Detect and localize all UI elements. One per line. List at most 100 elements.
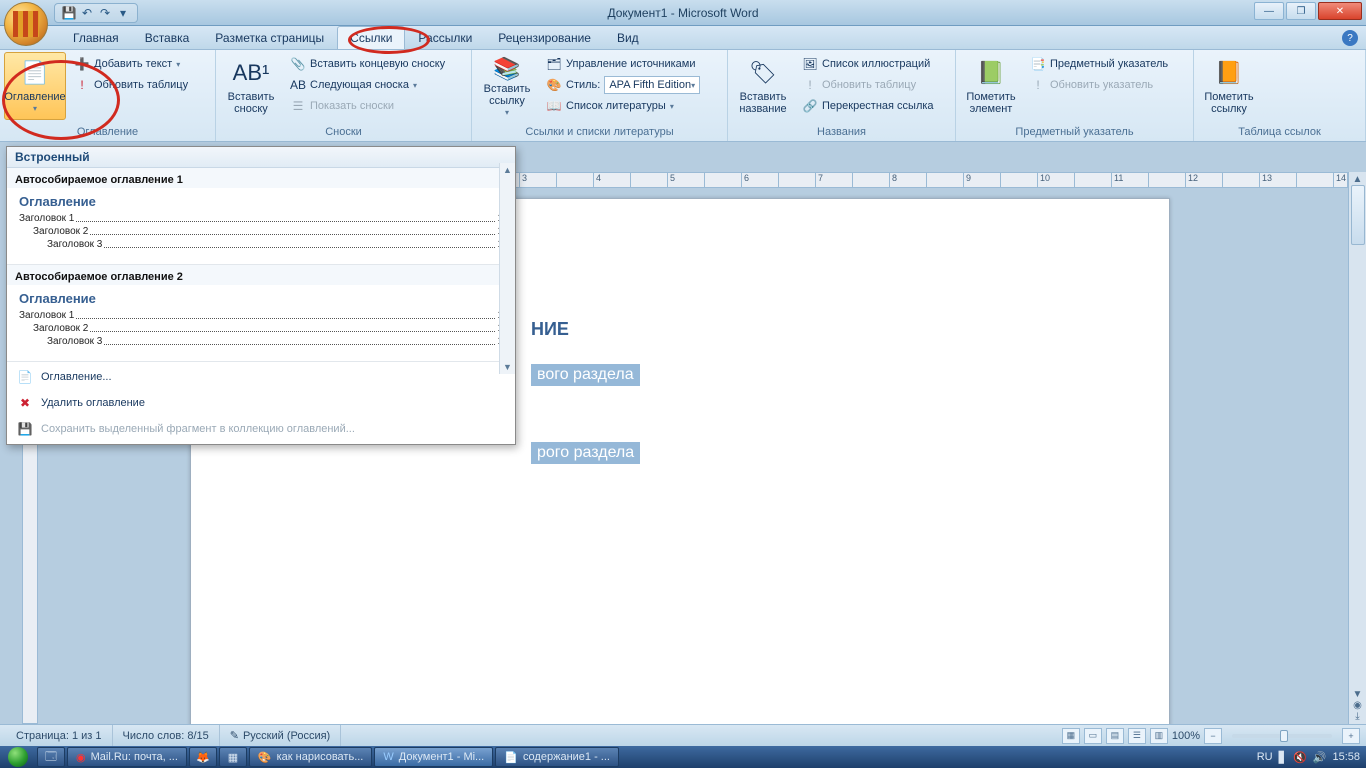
bibliography-icon: 📖 — [546, 98, 562, 114]
update-toc-button[interactable]: !Обновить таблицу — [70, 75, 192, 95]
office-button[interactable] — [4, 2, 48, 46]
gallery-item-auto-toc-2[interactable]: Автособираемое оглавление 2 Оглавление З… — [7, 265, 515, 362]
update-figures-icon: ! — [802, 77, 818, 93]
insert-caption-button[interactable]: 🏷 Вставить название — [732, 52, 794, 120]
maximize-button[interactable]: ❐ — [1286, 2, 1316, 20]
table-of-figures-button[interactable]: 🖼Список иллюстраций — [798, 54, 938, 74]
cross-reference-button[interactable]: 🔗Перекрестная ссылка — [798, 96, 938, 116]
taskbar-paint[interactable]: 🎨как нарисовать... — [249, 747, 372, 767]
endnote-icon: 📎 — [290, 56, 306, 72]
save-icon[interactable]: 💾 — [61, 5, 77, 21]
gallery-cmd-remove-toc[interactable]: ✖Удалить оглавление — [7, 390, 515, 416]
system-tray: RU ▋ 🔇 🔊 15:58 — [1257, 751, 1366, 764]
update-index-button: !Обновить указатель — [1026, 75, 1172, 95]
scroll-thumb[interactable] — [1351, 185, 1365, 245]
paint-icon: 🎨 — [258, 751, 272, 764]
bibliography-button[interactable]: 📖Список литературы — [542, 96, 704, 116]
zoom-in-button[interactable]: + — [1342, 728, 1360, 744]
figures-icon: 🖼 — [802, 56, 818, 72]
minimize-button[interactable]: — — [1254, 2, 1284, 20]
status-language[interactable]: ✎Русский (Россия) — [220, 725, 342, 746]
zoom-slider[interactable] — [1232, 734, 1332, 738]
manage-sources-icon: 🗂 — [546, 56, 562, 72]
mark-index-icon: 📗 — [975, 57, 1007, 89]
toc-icon: 📄 — [19, 57, 51, 89]
tab-view[interactable]: Вид — [604, 26, 652, 49]
view-web-button[interactable]: ▤ — [1106, 728, 1124, 744]
insert-index-icon: 📑 — [1030, 56, 1046, 72]
next-page-icon[interactable]: ⤓ — [1355, 711, 1359, 722]
style-icon: 🎨 — [546, 77, 562, 93]
tab-page-layout[interactable]: Разметка страницы — [202, 26, 337, 49]
next-footnote-button[interactable]: ABСледующая сноска — [286, 75, 449, 95]
tray-volume-icon[interactable]: 🔊 — [1313, 751, 1327, 764]
ribbon: 📄 Оглавление ➕Добавить текст !Обновить т… — [0, 50, 1366, 142]
tab-review[interactable]: Рецензирование — [485, 26, 604, 49]
status-word-count[interactable]: Число слов: 8/15 — [113, 725, 220, 746]
tab-mailings[interactable]: Рассылки — [405, 26, 485, 49]
group-label-index: Предметный указатель — [960, 124, 1189, 141]
insert-footnote-button[interactable]: AB¹ Вставить сноску — [220, 52, 282, 120]
view-fullscreen-button[interactable]: ▭ — [1084, 728, 1102, 744]
doc-selection-1: вого раздела — [531, 364, 640, 386]
help-icon[interactable]: ? — [1342, 30, 1358, 46]
taskbar-app[interactable]: ▦ — [219, 747, 247, 767]
title-bar: 💾 ↶ ↷ ▾ Документ1 - Microsoft Word — ❐ ✕ — [0, 0, 1366, 26]
close-button[interactable]: ✕ — [1318, 2, 1362, 20]
taskbar-quicklaunch-1[interactable]: 🗔 — [37, 747, 65, 767]
insert-endnote-button[interactable]: 📎Вставить концевую сноску — [286, 54, 449, 74]
taskbar-firefox[interactable]: 🦊 — [189, 747, 217, 767]
vertical-scrollbar[interactable]: ▲ ▼ ◉ ⤓ — [1348, 172, 1366, 724]
taskbar-word[interactable]: WДокумент1 - Mi... — [374, 747, 493, 767]
quick-access-toolbar: 💾 ↶ ↷ ▾ — [54, 3, 138, 23]
gallery-cmd-insert-toc[interactable]: 📄Оглавление... — [7, 364, 515, 390]
gallery-scrollbar[interactable]: ▲▼ — [499, 163, 515, 374]
update-index-icon: ! — [1030, 77, 1046, 93]
mail-icon: ◉ — [76, 751, 86, 764]
tray-flag-icon[interactable]: ▋ — [1279, 751, 1287, 764]
zoom-slider-thumb[interactable] — [1280, 730, 1288, 742]
mark-citation-icon: 📙 — [1213, 57, 1245, 89]
mark-citation-button[interactable]: 📙 Пометить ссылку — [1198, 52, 1260, 120]
gallery-item-auto-toc-1[interactable]: Автособираемое оглавление 1 Оглавление З… — [7, 168, 515, 265]
update-figures-button: !Обновить таблицу — [798, 75, 938, 95]
group-label-citations: Ссылки и списки литературы — [476, 124, 723, 141]
toc-button[interactable]: 📄 Оглавление — [4, 52, 66, 120]
tray-clock[interactable]: 15:58 — [1332, 751, 1360, 763]
zoom-out-button[interactable]: − — [1204, 728, 1222, 744]
caption-icon: 🏷 — [747, 57, 779, 89]
undo-icon[interactable]: ↶ — [79, 5, 95, 21]
update-icon: ! — [74, 77, 90, 93]
doc-selection-2: рого раздела — [531, 442, 640, 464]
citation-style-row: 🎨Стиль: APA Fifth Edition — [542, 75, 704, 95]
ribbon-tabs: Главная Вставка Разметка страницы Ссылки… — [0, 26, 1366, 50]
word-icon: W — [383, 751, 393, 763]
tab-home[interactable]: Главная — [60, 26, 132, 49]
view-print-layout-button[interactable]: ▦ — [1062, 728, 1080, 744]
footnote-icon: AB¹ — [235, 57, 267, 89]
add-text-button[interactable]: ➕Добавить текст — [70, 54, 192, 74]
citation-style-select[interactable]: APA Fifth Edition — [604, 76, 700, 94]
insert-citation-button[interactable]: 📚 Вставить ссылку — [476, 52, 538, 120]
mark-index-entry-button[interactable]: 📗 Пометить элемент — [960, 52, 1022, 120]
scroll-down-icon[interactable]: ▼ — [1353, 689, 1363, 700]
scroll-up-icon[interactable]: ▲ — [1353, 174, 1363, 185]
tray-network-icon[interactable]: 🔇 — [1293, 751, 1307, 764]
tray-lang[interactable]: RU — [1257, 751, 1273, 763]
citation-icon: 📚 — [491, 57, 523, 81]
insert-index-button[interactable]: 📑Предметный указатель — [1026, 54, 1172, 74]
qat-dropdown-icon[interactable]: ▾ — [115, 5, 131, 21]
status-page[interactable]: Страница: 1 из 1 — [6, 725, 113, 746]
firefox-icon: 🦊 — [196, 751, 210, 764]
taskbar-other-doc[interactable]: 📄содержание1 - ... — [495, 747, 619, 767]
view-draft-button[interactable]: ▥ — [1150, 728, 1168, 744]
view-outline-button[interactable]: ☰ — [1128, 728, 1146, 744]
status-zoom-label[interactable]: 100% — [1172, 730, 1200, 742]
taskbar-mail[interactable]: ◉Mail.Ru: почта, ... — [67, 747, 187, 767]
tab-references[interactable]: Ссылки — [337, 26, 405, 49]
manage-sources-button[interactable]: 🗂Управление источниками — [542, 54, 704, 74]
start-button[interactable] — [0, 746, 36, 768]
tab-insert[interactable]: Вставка — [132, 26, 203, 49]
browse-object-icon[interactable]: ◉ — [1353, 700, 1362, 711]
redo-icon[interactable]: ↷ — [97, 5, 113, 21]
